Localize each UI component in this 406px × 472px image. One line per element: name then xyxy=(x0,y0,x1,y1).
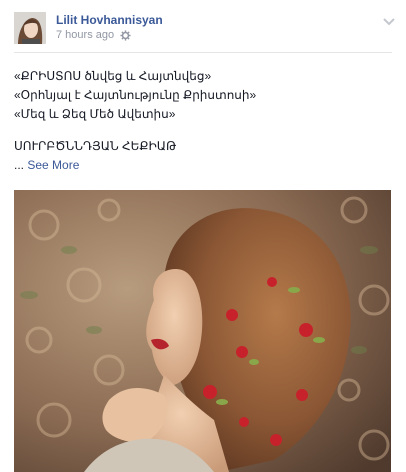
chevron-down-icon[interactable] xyxy=(382,14,396,26)
post-text-line: «Օրհնյալ է Հայտնությունը Քրիստոսի» xyxy=(14,88,257,102)
timestamp-link[interactable]: 7 hours ago xyxy=(56,29,114,41)
divider xyxy=(14,52,392,53)
photo-image xyxy=(14,190,391,472)
avatar-image xyxy=(14,12,46,44)
post-text: «ՔՐԻՍՏՈՍ ծնվեց և Հայտնվեց» «Օրհնյալ է Հա… xyxy=(14,67,384,175)
ellipsis: ... xyxy=(14,158,25,172)
gear-icon[interactable] xyxy=(120,29,131,41)
post-card: Lilit Hovhannisyan 7 hours ago «ՔՐԻՍՏՈՍ … xyxy=(0,0,406,472)
post-text-line: «Մեզ և Ձեզ Մեծ Ավետիս» xyxy=(14,107,176,121)
post-photo[interactable] xyxy=(14,190,391,472)
post-text-line: «ՔՐԻՍՏՈՍ ծնվեց և Հայտնվեց» xyxy=(14,69,212,83)
post-meta: 7 hours ago xyxy=(56,29,131,41)
avatar[interactable] xyxy=(14,12,46,44)
see-more-row: ... See More xyxy=(14,156,384,175)
author-name-link[interactable]: Lilit Hovhannisyan xyxy=(56,13,163,27)
post-text-line: ՍՈՒՐԲԾՆՆԴՅԱՆ ՀԵՔԻԱԹ xyxy=(14,139,177,153)
see-more-link[interactable]: See More xyxy=(27,158,79,172)
